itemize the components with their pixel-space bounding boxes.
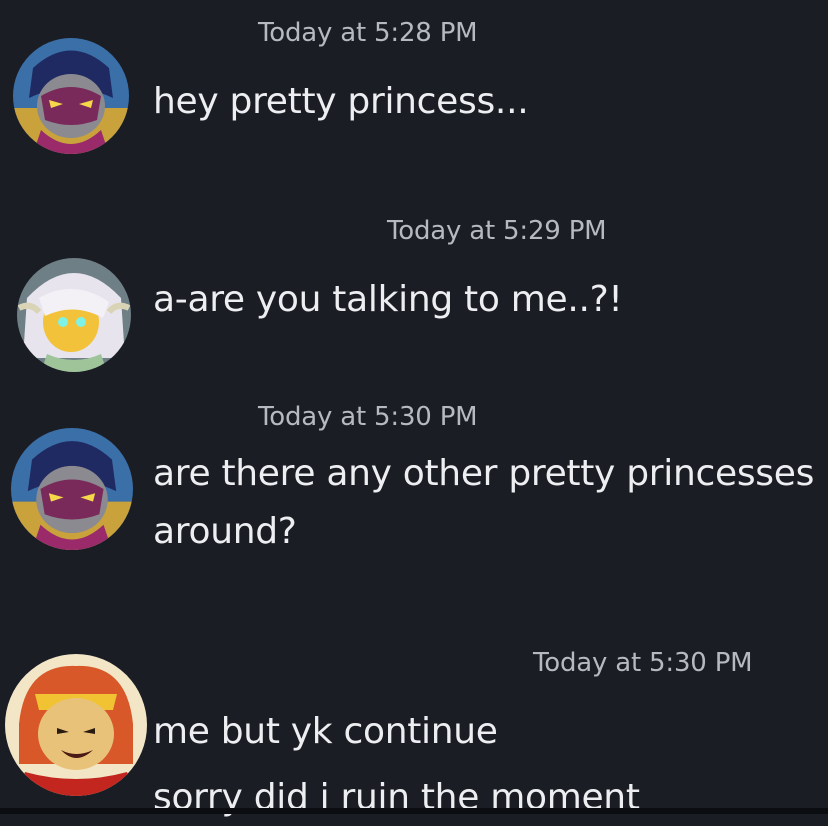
message-text: are there any other pretty princesses <box>153 453 815 494</box>
message-text: me but yk continue <box>153 711 498 752</box>
masked-purple-villain-avatar[interactable] <box>13 38 129 154</box>
message-text: hey pretty princess... <box>153 81 529 122</box>
chat-log: Today at 5:28 PM hey pretty princess... … <box>0 0 828 818</box>
message-timestamp: Today at 5:30 PM <box>258 402 478 432</box>
masked-purple-villain-avatar[interactable] <box>11 428 133 550</box>
message-text: a-are you talking to me..?! <box>153 279 623 320</box>
message-timestamp: Today at 5:28 PM <box>258 18 478 48</box>
message-text: sorry did i ruin the moment <box>153 777 640 818</box>
crowned-monkey-king-avatar[interactable] <box>5 654 147 796</box>
message-text: around? <box>153 511 297 552</box>
white-haired-glowing-eyes-avatar[interactable] <box>17 258 131 372</box>
message-timestamp: Today at 5:29 PM <box>387 216 607 246</box>
message-timestamp: Today at 5:30 PM <box>533 648 753 678</box>
bottom-edge <box>0 808 828 814</box>
